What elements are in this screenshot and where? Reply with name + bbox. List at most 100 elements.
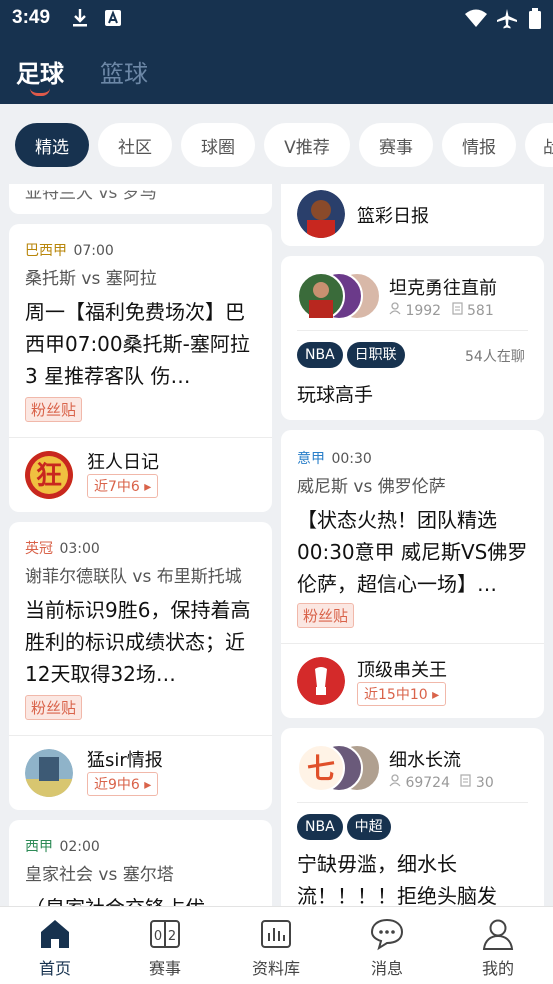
chart-icon xyxy=(257,917,295,951)
post-title: 【状态火热！团队精选00:30意甲 威尼斯VS佛罗伦萨，超信心一场】… xyxy=(297,508,528,596)
circle-name: 篮彩日报 xyxy=(357,206,429,227)
league-tag[interactable]: 日职联 xyxy=(346,342,405,368)
post-count: 581 xyxy=(467,303,494,319)
circle-card[interactable]: 坦克勇往直前 1992 581 NBA 日职联 54人在聊 玩球高手 xyxy=(281,256,544,420)
svg-text:2: 2 xyxy=(168,929,176,944)
members-icon xyxy=(389,302,405,319)
svg-text:0: 0 xyxy=(154,929,162,944)
circle-post-title[interactable]: 玩球高手 xyxy=(297,380,373,407)
teams-text: 桑托斯 vs 塞阿拉 xyxy=(25,269,157,289)
divider xyxy=(9,735,272,736)
circle-post-title[interactable]: 宁缺毋滥，细水长流！！！！拒绝头脑发 xyxy=(297,848,533,906)
posts-icon xyxy=(451,302,467,319)
league-name: 意甲 xyxy=(297,451,325,467)
member-count: 69724 xyxy=(405,775,450,791)
battery-icon xyxy=(528,8,542,34)
chip-community[interactable]: 社区 xyxy=(98,123,172,167)
author-name[interactable]: 狂人日记 xyxy=(87,448,159,474)
fan-post-tag: 粉丝贴 xyxy=(297,603,355,628)
chip-v-recommend[interactable]: V推荐 xyxy=(264,123,350,167)
nav-label: 消息 xyxy=(370,959,403,978)
wifi-icon xyxy=(464,8,488,32)
chip-featured[interactable]: 精选 xyxy=(15,123,89,167)
app-header: 足球 篮球 xyxy=(0,38,553,104)
home-icon xyxy=(36,917,74,951)
feed-area: 亚特兰大 vs 罗马 巴西甲 07:00 桑托斯 vs 塞阿拉 周一【福利免费场… xyxy=(0,184,553,906)
league-name: 巴西甲 xyxy=(25,243,67,259)
record-text: 近15中10 xyxy=(364,687,428,703)
league-tag[interactable]: NBA xyxy=(297,342,343,368)
chip-events[interactable]: 赛事 xyxy=(359,123,433,167)
post-card[interactable]: 西甲 02:00 皇家社会 vs 塞尔塔 （皇家社会交锋占优 xyxy=(9,820,272,906)
post-card-partial[interactable]: 亚特兰大 vs 罗马 xyxy=(9,184,272,214)
chip-circle[interactable]: 球圈 xyxy=(181,123,255,167)
nav-label: 赛事 xyxy=(148,959,181,978)
member-avatars: 七 xyxy=(297,744,381,792)
author-name[interactable]: 猛sir情报 xyxy=(87,746,163,772)
post-title: 周一【福利免费场次】巴西甲07:00桑托斯-塞阿拉 3 星推荐客队 伤… xyxy=(25,300,250,388)
nav-matches[interactable]: 02 赛事 xyxy=(110,907,220,984)
circle-name[interactable]: 坦克勇往直前 xyxy=(389,274,497,300)
post-title: （皇家社会交锋占优 xyxy=(25,892,261,906)
chat-icon xyxy=(368,917,406,951)
filter-bar: 精选 社区 球圈 V推荐 赛事 情报 战 xyxy=(0,104,553,184)
post-card[interactable]: 意甲 00:30 威尼斯 vs 佛罗伦萨 【状态火热！团队精选00:30意甲 威… xyxy=(281,430,544,718)
active-tab-indicator xyxy=(30,88,50,96)
status-bar: 3:49 xyxy=(0,0,553,38)
record-badge: 近15中10 ▸ xyxy=(357,682,447,706)
match-time: 03:00 xyxy=(59,541,100,557)
record-text: 近9中6 xyxy=(94,777,140,793)
member-count: 1992 xyxy=(405,303,442,319)
chip-intel[interactable]: 情报 xyxy=(442,123,516,167)
league-tag[interactable]: 中超 xyxy=(346,814,391,840)
nav-label: 我的 xyxy=(481,959,514,978)
tab-football[interactable]: 足球 xyxy=(16,54,64,89)
nav-profile[interactable]: 我的 xyxy=(443,907,553,984)
svg-text:狂: 狂 xyxy=(36,461,62,491)
league-name: 英冠 xyxy=(25,541,53,557)
author-avatar[interactable] xyxy=(25,749,73,797)
divider xyxy=(297,330,528,331)
nav-home[interactable]: 首页 xyxy=(0,907,110,984)
member-avatars xyxy=(297,272,381,320)
tab-basketball[interactable]: 篮球 xyxy=(100,54,148,89)
members-icon xyxy=(389,774,405,791)
author-name[interactable]: 顶级串关王 xyxy=(357,656,447,682)
divider xyxy=(9,437,272,438)
match-time: 00:30 xyxy=(331,451,372,467)
teams-text: 威尼斯 vs 佛罗伦萨 xyxy=(297,477,446,497)
teams-text: 亚特兰大 vs 罗马 xyxy=(25,184,157,204)
nav-label: 首页 xyxy=(38,959,71,978)
teams-text: 谢菲尔德联队 vs 布里斯托城 xyxy=(25,567,242,587)
caret-right-icon: ▸ xyxy=(432,687,440,703)
fan-post-tag: 粉丝贴 xyxy=(25,397,83,422)
scoreboard-icon: 02 xyxy=(146,917,184,951)
caret-right-icon: ▸ xyxy=(144,777,152,793)
teams-text: 皇家社会 vs 塞尔塔 xyxy=(25,865,174,885)
bottom-nav: 首页 02 赛事 资料库 消息 我的 xyxy=(0,906,553,984)
nav-database[interactable]: 资料库 xyxy=(221,907,331,984)
status-time: 3:49 xyxy=(12,7,51,28)
fan-post-tag: 粉丝贴 xyxy=(25,695,83,720)
caret-right-icon: ▸ xyxy=(144,479,152,495)
league-name: 西甲 xyxy=(25,839,53,855)
post-card[interactable]: 英冠 03:00 谢菲尔德联队 vs 布里斯托城 当前标识9胜6，保持着高胜利的… xyxy=(9,522,272,810)
chip-more[interactable]: 战 xyxy=(525,123,553,167)
airplane-icon xyxy=(496,8,518,34)
online-count: 54人在聊 xyxy=(465,349,525,365)
post-card[interactable]: 巴西甲 07:00 桑托斯 vs 塞阿拉 周一【福利免费场次】巴西甲07:00桑… xyxy=(9,224,272,512)
circle-name[interactable]: 细水长流 xyxy=(389,746,461,772)
circle-card[interactable]: 七 细水长流 69724 30 NBA 中超 宁缺毋滥，细水长流！！！！拒绝头脑发 xyxy=(281,728,544,906)
record-badge: 近9中6 ▸ xyxy=(87,772,159,796)
post-title: 当前标识9胜6，保持着高胜利的标识成绩状态；近12天取得32场… xyxy=(25,598,251,686)
nav-messages[interactable]: 消息 xyxy=(332,907,442,984)
record-badge: 近7中6 ▸ xyxy=(87,474,159,498)
league-tag[interactable]: NBA xyxy=(297,814,343,840)
post-count: 30 xyxy=(475,775,494,791)
author-avatar[interactable] xyxy=(297,657,345,705)
circle-card-partial[interactable]: 篮彩日报 xyxy=(281,184,544,246)
match-time: 07:00 xyxy=(73,243,114,259)
record-text: 近7中6 xyxy=(94,479,140,495)
author-avatar[interactable]: 狂 xyxy=(25,451,73,499)
app-notification-icon xyxy=(104,8,122,32)
